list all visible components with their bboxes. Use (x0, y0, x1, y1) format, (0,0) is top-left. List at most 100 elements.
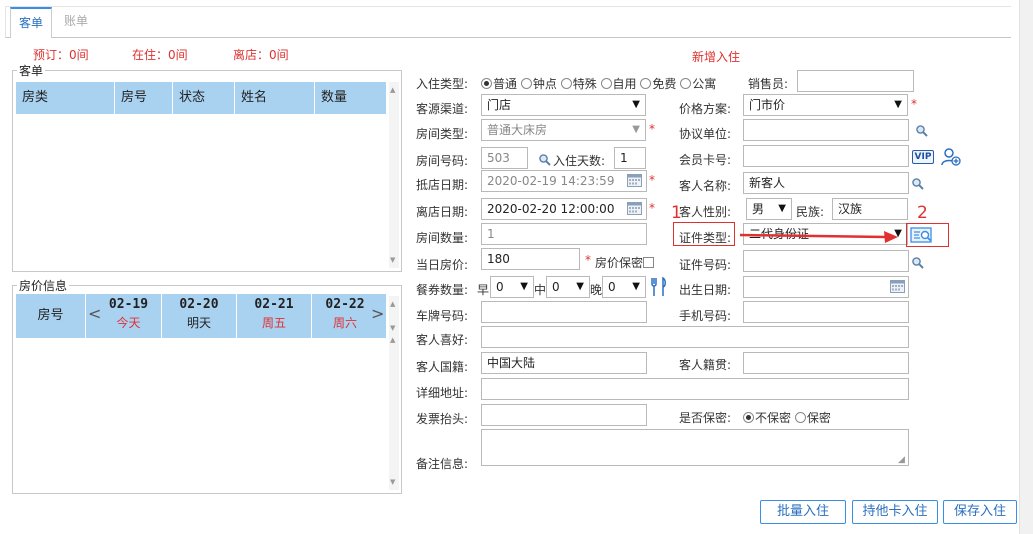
search-icon[interactable] (911, 256, 925, 270)
app-window: 客单 账单 预订：0间 在住：0间 离店：0间 新增入住 客单 房类 房号 状态… (0, 0, 1033, 534)
radio-apartment[interactable]: 公寓 (680, 77, 716, 91)
calendar-icon[interactable] (890, 280, 905, 293)
daily-price-input[interactable]: 180 (481, 248, 580, 270)
next-date-button[interactable]: > (371, 304, 384, 323)
room-count-input[interactable]: 1 (481, 223, 647, 245)
price-plan-select[interactable]: 门市价 ▼ (743, 94, 908, 116)
member-card-input[interactable] (743, 145, 909, 167)
gender-label: 客人性别: (679, 205, 732, 219)
vip-icon[interactable]: VIP (912, 150, 934, 164)
price-grid-scrollbar[interactable]: ▲ ▼ ▲ ▼ (389, 296, 399, 490)
chevron-down-icon: ▼ (576, 281, 584, 292)
dinner-label: 晚 (590, 283, 603, 297)
price-secret-checkbox[interactable]: 房价保密 (595, 254, 655, 271)
confidential-label: 是否保密: (679, 411, 732, 425)
plate-input[interactable] (481, 301, 647, 323)
lunch-select[interactable]: 0 ▼ (546, 276, 590, 298)
price-plan-label: 价格方案: (679, 102, 732, 116)
gender-select[interactable]: 男 ▼ (746, 198, 792, 220)
id-reader-icon[interactable] (910, 226, 934, 244)
radio-self-use[interactable]: 自用 (600, 77, 637, 91)
room-type-select[interactable]: 普通大床房 ▼ (481, 119, 646, 141)
radio-special[interactable]: 特殊 (560, 77, 597, 91)
id-type-label: 证件类型: (679, 231, 732, 245)
price-grid-header: 房号 < 02-19 今天 02-20 明天 02-21 周五 02-22 周六 > (16, 294, 386, 338)
nationality-input[interactable]: 中国大陆 (481, 352, 647, 374)
calendar-icon[interactable] (627, 174, 642, 187)
plate-label: 车牌号码: (416, 309, 469, 323)
search-icon[interactable] (911, 177, 925, 191)
price-col-room-no: 房号 (16, 294, 86, 338)
radio-confidential[interactable]: 保密 (794, 411, 831, 425)
chevron-down-icon: ▼ (632, 124, 640, 135)
fork-knife-icon[interactable] (650, 277, 668, 297)
id-no-input[interactable] (743, 250, 909, 272)
days-input[interactable]: 1 (614, 147, 646, 169)
batch-checkin-button[interactable]: 批量入住 (760, 500, 846, 524)
staying-count: 在住：0间 (132, 48, 188, 62)
room-no-input[interactable]: 503 (481, 147, 528, 169)
radio-not-confidential[interactable]: 不保密 (743, 411, 791, 425)
required-mark: * (649, 122, 655, 136)
departed-count: 离店：0间 (233, 48, 289, 62)
chevron-down-icon: ▼ (520, 281, 528, 292)
remark-textarea[interactable] (481, 429, 909, 466)
source-select[interactable]: 门店 ▼ (481, 94, 646, 116)
salesperson-input[interactable] (797, 70, 914, 92)
address-input[interactable] (481, 378, 909, 400)
calendar-icon[interactable] (627, 202, 642, 215)
other-card-checkin-button[interactable]: 持他卡入住 (852, 500, 938, 524)
native-place-input[interactable] (743, 352, 909, 374)
required-mark: * (911, 97, 917, 111)
room-price-legend: 房价信息 (19, 279, 68, 293)
checkin-type-group: 普通 钟点 特殊 自用 免费 公寓 (481, 75, 716, 92)
required-mark: * (649, 201, 655, 215)
birth-label: 出生日期: (679, 283, 732, 297)
arrival-date-input[interactable]: 2020-02-19 14:23:59 (481, 170, 647, 192)
page-scrollbar[interactable] (1019, 0, 1033, 534)
col-status[interactable]: 状态 (173, 82, 235, 114)
meal-label: 餐券数量: (416, 283, 469, 297)
birth-date-input[interactable] (743, 276, 909, 298)
radio-normal[interactable]: 普通 (481, 77, 517, 91)
resize-handle-icon[interactable]: ◢ (898, 455, 905, 465)
departure-date-input[interactable]: 2020-02-20 12:00:00 (481, 198, 647, 220)
tab-guest-order[interactable]: 客单 (10, 7, 53, 38)
invoice-title-input[interactable] (481, 404, 647, 426)
radio-hourly[interactable]: 钟点 (520, 77, 557, 91)
add-member-icon[interactable] (941, 147, 961, 167)
col-name[interactable]: 姓名 (235, 82, 315, 114)
daily-price-label: 当日房价: (416, 258, 469, 272)
save-checkin-button[interactable]: 保存入住 (943, 500, 1017, 524)
annotation-2: 2 (917, 203, 928, 223)
col-quantity[interactable]: 数量 (315, 82, 386, 114)
chevron-down-icon: ▼ (894, 99, 902, 110)
guest-name-input[interactable]: 新客人 (743, 172, 909, 194)
agreement-input[interactable] (743, 119, 909, 141)
checkin-type-label: 入住类型: (416, 77, 469, 91)
id-no-label: 证件号码: (679, 258, 732, 272)
required-mark: * (585, 253, 591, 267)
dinner-select[interactable]: 0 ▼ (602, 276, 646, 298)
room-count-label: 房间数量: (416, 231, 469, 245)
col-room-type[interactable]: 房类 (16, 82, 115, 114)
guest-order-legend: 客单 (19, 64, 44, 78)
search-icon[interactable] (915, 124, 929, 138)
agreement-label: 协议单位: (679, 127, 732, 141)
radio-free[interactable]: 免费 (640, 77, 676, 91)
annotation-arrow (740, 231, 898, 243)
tab-bill[interactable]: 账单 (56, 7, 96, 37)
confidential-group: 不保密 保密 (743, 409, 831, 426)
phone-input[interactable] (743, 301, 909, 323)
guest-grid-scrollbar[interactable]: ▲ ▼ (389, 82, 399, 268)
ethnicity-input[interactable]: 汉族 (832, 198, 908, 220)
breakfast-select[interactable]: 0 ▼ (490, 276, 534, 298)
search-icon[interactable] (538, 153, 552, 167)
preference-input[interactable] (481, 326, 909, 348)
col-room-no[interactable]: 房号 (115, 82, 173, 114)
invoice-label: 发票抬头: (416, 412, 469, 426)
price-date-col: 02-22 周六 (325, 297, 365, 330)
preference-label: 客人喜好: (416, 333, 469, 347)
reserved-count: 预订：0间 (33, 48, 89, 62)
chevron-down-icon: ▼ (778, 203, 786, 214)
